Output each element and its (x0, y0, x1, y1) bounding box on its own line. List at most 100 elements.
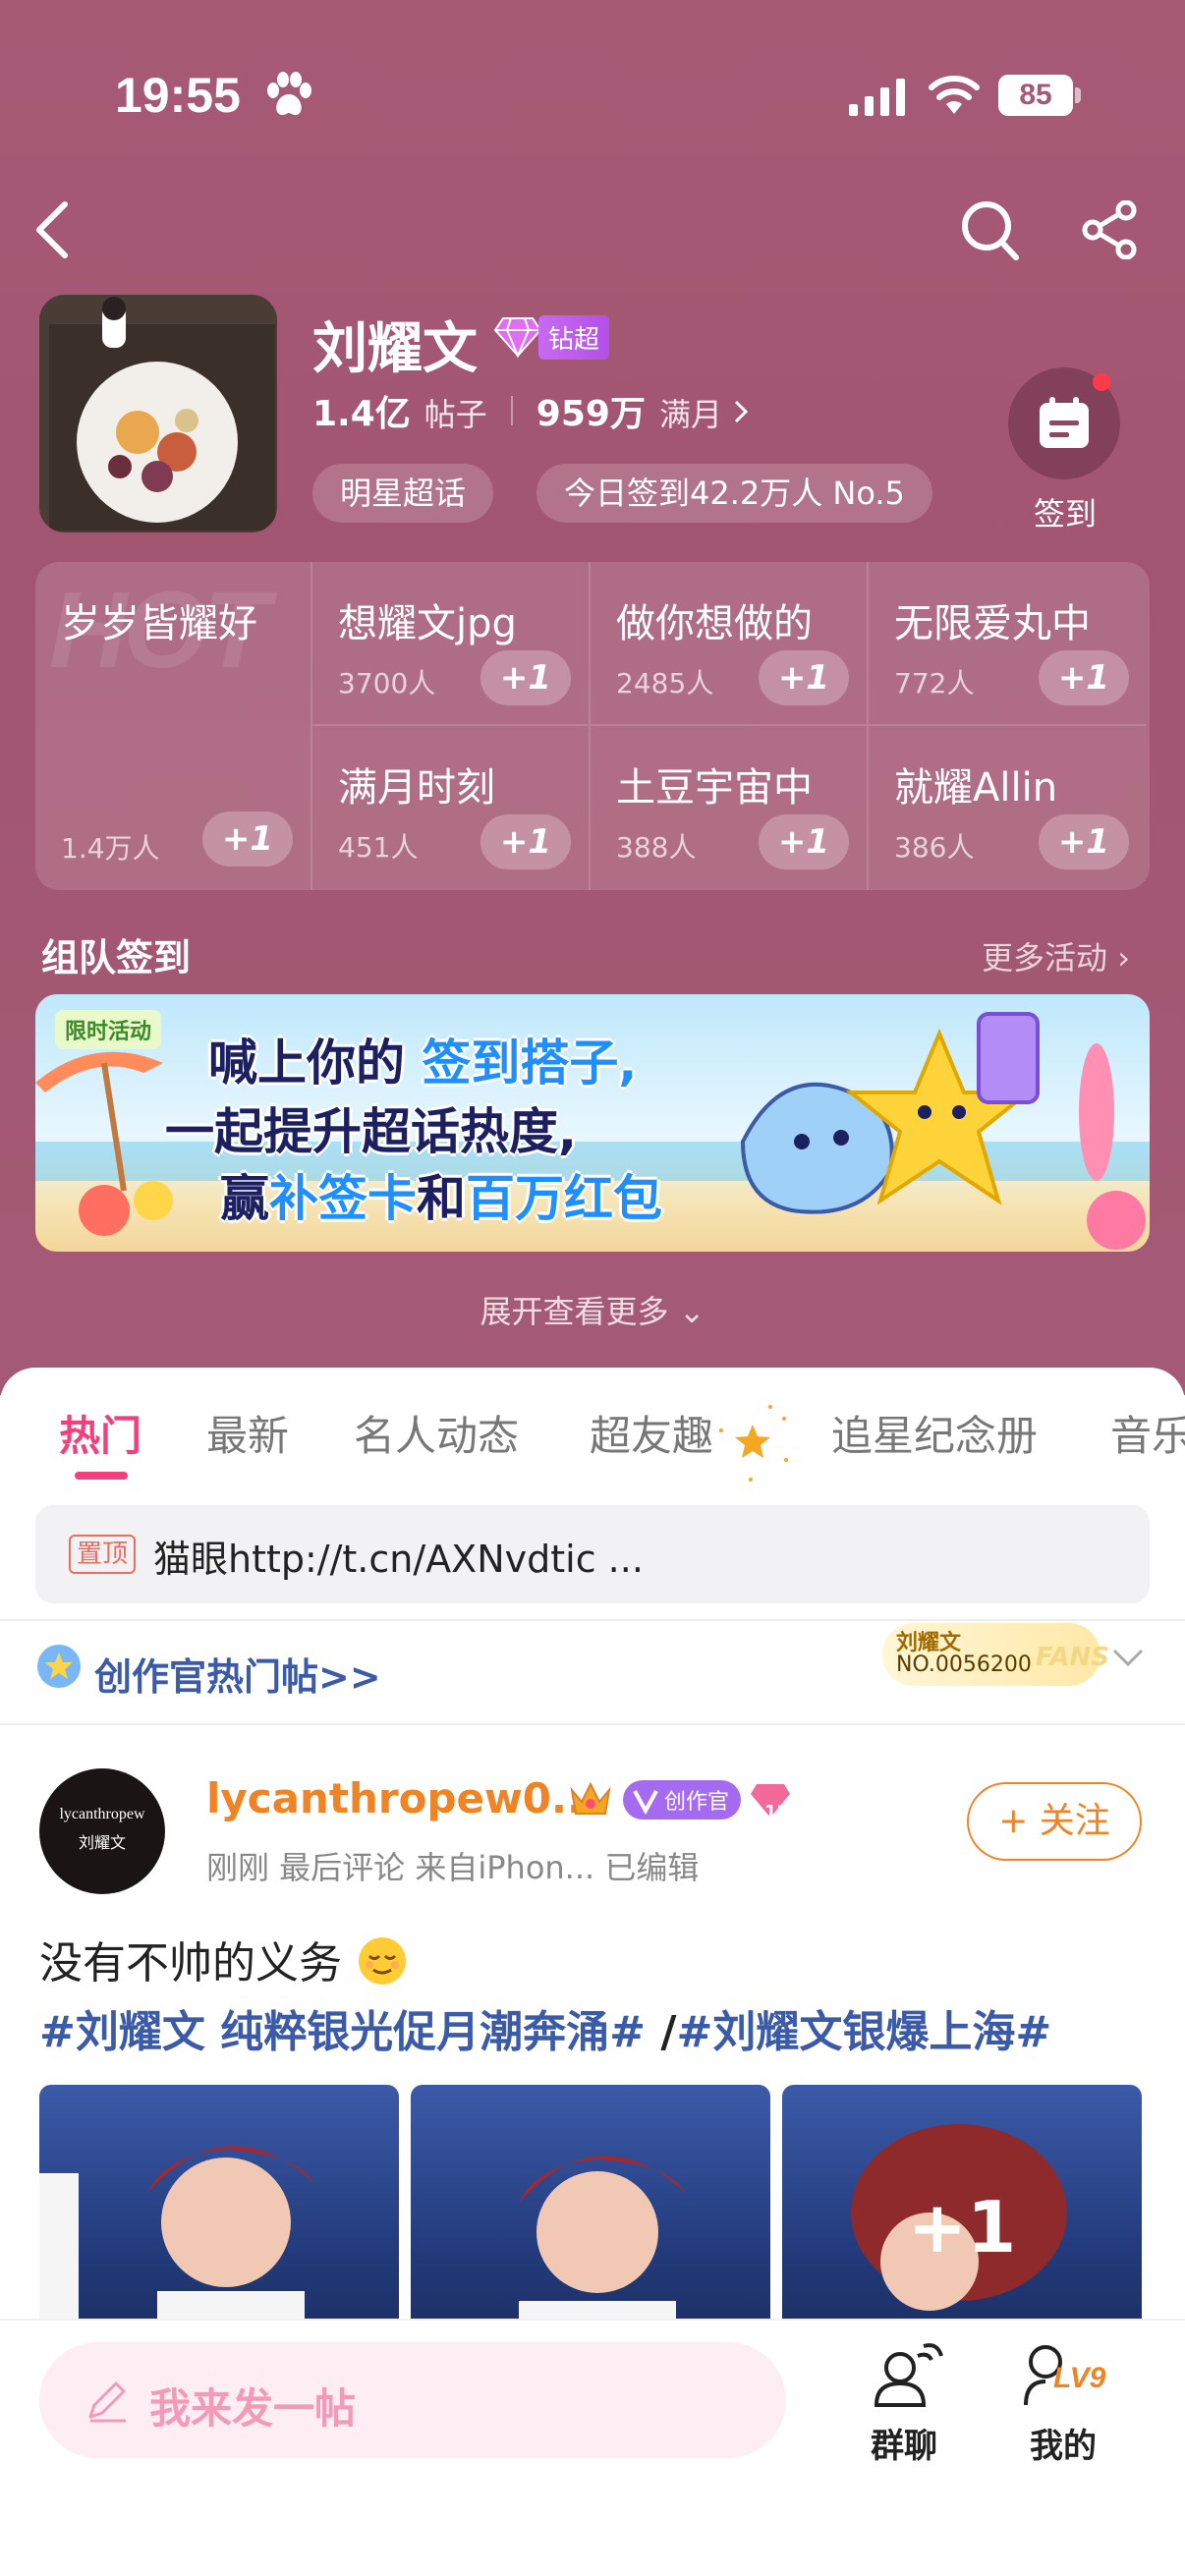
avatar-text: 刘耀文 (78, 1833, 126, 1852)
checkin-stats-pill[interactable]: 今日签到42.2万人 No.5 (536, 464, 932, 523)
group-chat-label[interactable]: 群聊 (871, 2419, 937, 2467)
tab-latest[interactable]: 最新 (206, 1403, 289, 1463)
category-pill[interactable]: 明星超话 (312, 464, 494, 523)
expand-more-label: 展开查看更多 (480, 1293, 669, 1330)
back-icon[interactable] (29, 198, 77, 261)
banner-line-3: 赢补签卡和百万红包 (220, 1159, 662, 1230)
avatar-food-image (39, 295, 277, 532)
banner-text-highlight: 百万红包 (466, 1170, 662, 1227)
join-group-button[interactable]: +1 (1039, 814, 1129, 869)
banner-text-highlight: 补签卡 (269, 1170, 417, 1227)
post-tags: #刘耀文 纯粹银光促月潮奔涌# /#刘耀文银爆上海# (39, 1996, 1051, 2059)
chevron-right-icon (734, 400, 749, 423)
creator-badge-label: 创作官 (664, 1790, 730, 1815)
level-badge-text: 12 (764, 1802, 790, 1822)
battery-tip (1075, 87, 1081, 103)
post-body: 没有不帅的义务 (39, 1938, 342, 1988)
post-author-avatar[interactable]: lycanthropew 刘耀文 (39, 1768, 165, 1894)
fan-groups-grid: HOT 岁岁皆耀好 1.4万人 +1 想耀文jpg 3700人 +1 做你想做的… (35, 562, 1150, 890)
crown-icon (570, 1781, 611, 1815)
topic-stats: 1.4亿 帖子 959万 满月 (312, 385, 752, 436)
tab-music[interactable]: 音乐 (1110, 1403, 1185, 1463)
fans-count[interactable]: 959万 (536, 385, 646, 436)
tab-fan-album[interactable]: 追星纪念册 (831, 1403, 1038, 1463)
tab-celebrity-news[interactable]: 名人动态 (354, 1403, 519, 1463)
creator-badge: 创作官 (623, 1780, 742, 1820)
bottom-action-bar: 我来发一帖 群聊 LV9 我的 (0, 2319, 1185, 2576)
expand-more-link[interactable]: 展开查看更多 ⌄ (0, 1287, 1185, 1332)
cellular-signal-icon (849, 79, 905, 116)
banner-text: 和 (417, 1170, 466, 1227)
group-title: 无限爱丸中 (894, 601, 1091, 646)
tab-super-friends[interactable]: 超友趣 (590, 1403, 713, 1463)
compose-post-button[interactable]: 我来发一帖 (39, 2342, 786, 2458)
group-title: 岁岁皆耀好 (61, 601, 257, 646)
avatar-text: lycanthropew (59, 1806, 145, 1822)
divider (0, 1619, 1185, 1621)
group-count: 386人 (894, 831, 975, 864)
chevron-right-icon: › (1117, 939, 1130, 977)
active-tab-indicator (75, 1472, 128, 1480)
share-icon[interactable] (1081, 200, 1140, 259)
sparkle-star-icon (719, 1405, 788, 1482)
fans-card-word: FANS (1036, 1643, 1110, 1672)
follow-button[interactable]: + 关注 (967, 1782, 1142, 1861)
more-activities-label: 更多活动 (982, 939, 1108, 977)
divider (0, 1723, 1185, 1725)
group-card[interactable]: 土豆宇宙中 388人 +1 (591, 726, 869, 890)
team-checkin-banner[interactable]: 限时活动 喊上你的 签到搭子, 一起提升超话热度, 赢补签卡和百万红包 (35, 994, 1150, 1252)
paw-icon (267, 72, 311, 116)
group-chat-icon[interactable] (867, 2338, 945, 2417)
badge-label: 钻超 (538, 314, 610, 360)
stats-separator (510, 396, 513, 425)
group-count: 2485人 (616, 667, 714, 700)
fans-card[interactable]: 刘耀文 NO.0056200 FANS (882, 1623, 1109, 1686)
group-card[interactable]: 就耀Allin 386人 +1 (869, 726, 1147, 890)
battery-indicator: 85 (998, 75, 1081, 116)
checkin-notification-dot (1093, 373, 1110, 391)
checkin-label[interactable]: 签到 (1034, 489, 1097, 534)
compose-placeholder: 我来发一帖 (149, 2384, 357, 2433)
status-time: 19:55 (115, 68, 241, 123)
group-count: 3700人 (338, 667, 436, 700)
group-title: 满月时刻 (338, 765, 495, 811)
hot-group-card[interactable]: HOT 岁岁皆耀好 1.4万人 +1 (35, 562, 312, 890)
join-group-button[interactable]: +1 (202, 812, 293, 867)
team-checkin-title: 组队签到 (41, 936, 192, 980)
post-author-name[interactable]: lycanthropew0... (206, 1774, 598, 1822)
join-group-button[interactable]: +1 (759, 814, 849, 869)
post-meta: 刚刚 最后评论 来自iPhon... 已编辑 (206, 1849, 700, 1886)
tab-hot[interactable]: 热门 (59, 1403, 141, 1463)
pinned-post[interactable]: 置顶 猫眼http://t.cn/AXNvdtic ... (35, 1505, 1150, 1603)
search-icon[interactable] (959, 196, 1022, 263)
banner-line-2: 一起提升超话热度, (165, 1103, 577, 1160)
chevron-down-icon: ⌄ (678, 1293, 705, 1330)
creator-medal-icon (37, 1645, 81, 1688)
join-group-button[interactable]: +1 (1039, 650, 1129, 705)
group-count: 388人 (616, 831, 697, 864)
battery-level: 85 (998, 75, 1073, 116)
banner-text: 赢 (220, 1170, 269, 1227)
chevron-down-icon[interactable] (1108, 1643, 1148, 1672)
pinned-text: 猫眼http://t.cn/AXNvdtic ... (153, 1538, 644, 1581)
join-group-button[interactable]: +1 (480, 814, 571, 869)
creator-hot-posts-link[interactable]: 创作官热门帖>> (94, 1647, 381, 1701)
group-title: 做你想做的 (616, 601, 813, 646)
more-activities-link[interactable]: 更多活动 › (982, 933, 1130, 979)
mine-label[interactable]: 我的 (1030, 2419, 1097, 2467)
banner-text: 喊上你的 (208, 1035, 405, 1092)
fans-label[interactable]: 满月 (659, 390, 722, 435)
group-count: 1.4万人 (61, 832, 160, 865)
topic-tag-link[interactable]: #刘耀文 纯粹银光促月潮奔涌# (39, 2007, 646, 2057)
join-group-button[interactable]: +1 (480, 650, 571, 705)
group-card[interactable]: 满月时刻 451人 +1 (312, 726, 591, 890)
posts-label: 帖子 (423, 396, 487, 433)
group-card[interactable]: 做你想做的 2485人 +1 (591, 562, 869, 726)
group-card[interactable]: 想耀文jpg 3700人 +1 (312, 562, 591, 726)
topic-tag-link[interactable]: #刘耀文银爆上海# (676, 2007, 1051, 2057)
group-card[interactable]: 无限爱丸中 772人 +1 (869, 562, 1147, 726)
banner-line-1: 喊上你的 签到搭子, (208, 1024, 637, 1094)
v-icon (633, 1790, 658, 1815)
feed-tabs: 热门 最新 名人动态 超友趣 追星纪念册 音乐 (0, 1403, 1185, 1482)
join-group-button[interactable]: +1 (759, 650, 849, 705)
